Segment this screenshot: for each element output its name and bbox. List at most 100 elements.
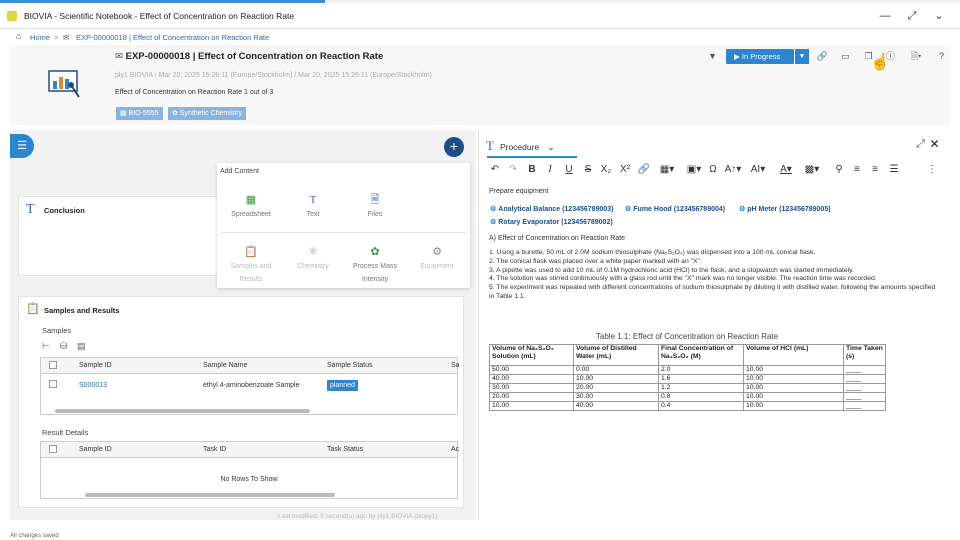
table-cell[interactable]: 0.4 bbox=[658, 401, 744, 411]
equipment-link[interactable]: ⚙ Fume Hood (123456789004) bbox=[625, 205, 725, 213]
chevron-down-icon[interactable]: ⌄ bbox=[932, 9, 946, 23]
highlight-icon[interactable]: ▩▾ bbox=[801, 164, 823, 175]
col-task-id[interactable]: Task ID bbox=[203, 442, 226, 458]
table-cell[interactable]: ____ bbox=[843, 392, 886, 402]
strikethrough-icon[interactable]: S bbox=[580, 164, 596, 175]
breadcrumb: ⌂ Home > ✉ EXP-00000018 | Effect of Conc… bbox=[0, 31, 960, 44]
conclusion-title: Conclusion bbox=[44, 206, 85, 215]
col-sample-id[interactable]: Sample ID bbox=[79, 442, 112, 458]
document-menu-icon[interactable]: 🗎▾ bbox=[906, 50, 926, 63]
table-cell[interactable]: 20.00 bbox=[489, 392, 574, 402]
table-cell[interactable]: 1.6 bbox=[658, 374, 744, 384]
sample-id-link[interactable]: S000013 bbox=[79, 378, 107, 394]
table-cell[interactable]: 50.00 bbox=[489, 365, 574, 375]
add-samples-results[interactable]: 📋 Samples and Results bbox=[221, 246, 281, 286]
chevron-down-icon[interactable]: ⌄ bbox=[548, 142, 555, 152]
table-cell[interactable]: ____ bbox=[843, 401, 886, 411]
col-sample-status[interactable]: Sample Status bbox=[327, 358, 373, 374]
table-row[interactable]: S000013 ethyl 4-aminobenzoate Sample pla… bbox=[41, 378, 457, 396]
table-cell[interactable]: ____ bbox=[843, 374, 886, 384]
italic-icon[interactable]: I bbox=[542, 164, 558, 175]
add-spreadsheet[interactable]: ▦ Spreadsheet bbox=[221, 194, 281, 221]
col-task-status[interactable]: Task Status bbox=[327, 442, 363, 458]
status-dropdown-button[interactable]: ▼ bbox=[795, 49, 809, 64]
table-cell[interactable]: 10.00 bbox=[489, 401, 574, 411]
row-checkbox[interactable] bbox=[49, 380, 57, 388]
fullscreen-icon[interactable]: ⤢ bbox=[905, 9, 919, 23]
col-truncated[interactable]: Sa bbox=[451, 358, 459, 374]
table-row: 50.00 0.00 2.0 10.00 ____ bbox=[489, 365, 886, 375]
add-chemistry[interactable]: ⚛ Chemistry bbox=[283, 246, 343, 273]
link-icon[interactable]: 🔗 bbox=[636, 164, 652, 175]
table-cell[interactable]: 1.2 bbox=[658, 383, 744, 393]
col-sample-id[interactable]: Sample ID bbox=[79, 358, 112, 374]
table-cell[interactable]: 2.0 bbox=[658, 365, 744, 375]
shapes-icon[interactable]: ▭ bbox=[839, 50, 852, 63]
more-options-icon[interactable]: ⋮ bbox=[924, 164, 940, 175]
table-cell[interactable]: 10.00 bbox=[743, 383, 844, 393]
font-color-icon[interactable]: A▾ bbox=[776, 164, 796, 175]
col-truncated[interactable]: Ac bbox=[451, 442, 459, 458]
status-button[interactable]: ▶ In Progress bbox=[726, 49, 794, 64]
table-cell[interactable]: 30.00 bbox=[489, 383, 574, 393]
filter-caret-icon[interactable]: ▼ bbox=[706, 50, 719, 63]
horizontal-scrollbar[interactable] bbox=[41, 492, 457, 498]
table-cell[interactable]: ____ bbox=[843, 365, 886, 375]
add-files[interactable]: 🗎 Files bbox=[345, 194, 405, 221]
select-all-checkbox[interactable] bbox=[49, 361, 57, 369]
numbered-list-icon[interactable]: ≡ bbox=[867, 164, 883, 175]
omega-icon[interactable]: Ω bbox=[705, 164, 721, 175]
hierarchy-icon[interactable]: ⊢ bbox=[42, 341, 50, 352]
info-icon[interactable]: ⓘ bbox=[884, 50, 897, 63]
table-icon[interactable]: ▦▾ bbox=[655, 164, 679, 175]
table-cell[interactable]: 40.00 bbox=[489, 374, 574, 384]
checklist-icon[interactable]: ☰ bbox=[886, 164, 902, 175]
find-icon[interactable]: ⚲ bbox=[831, 164, 847, 175]
equipment-link[interactable]: ⚙ Analytical Balance (123456789003) bbox=[490, 205, 613, 213]
select-all-checkbox[interactable] bbox=[49, 445, 57, 453]
text-size-icon[interactable]: AI▾ bbox=[746, 164, 770, 175]
table-cell[interactable]: 20.00 bbox=[573, 383, 659, 393]
add-pmi[interactable]: ✿ Process Mass Intensity bbox=[345, 246, 405, 286]
link-icon[interactable]: 🔗 bbox=[816, 50, 829, 63]
breadcrumb-experiment[interactable]: EXP-00000018 | Effect of Concentration o… bbox=[76, 33, 269, 42]
equipment-link[interactable]: ⚙ pH Meter (123456789005) bbox=[739, 205, 831, 213]
table-cell[interactable]: 10.00 bbox=[743, 365, 844, 375]
redo-icon[interactable]: ↷ bbox=[505, 164, 521, 175]
expand-icon[interactable]: ⤢ bbox=[914, 138, 927, 151]
subscript-icon[interactable]: X₂ bbox=[598, 164, 614, 175]
database-icon[interactable]: ⛁ bbox=[60, 341, 68, 352]
table-cell[interactable]: 0.8 bbox=[658, 392, 744, 402]
table-cell[interactable]: 0.00 bbox=[573, 365, 659, 375]
image-icon[interactable]: ▣▾ bbox=[682, 164, 706, 175]
font-size-icon[interactable]: A↑▾ bbox=[722, 164, 744, 175]
tag-project[interactable]: ▦ BIO-5555 bbox=[116, 107, 163, 120]
superscript-icon[interactable]: X² bbox=[617, 164, 633, 175]
table-cell[interactable]: 10.00 bbox=[743, 392, 844, 402]
horizontal-scrollbar[interactable] bbox=[41, 408, 457, 414]
add-content-button[interactable]: + bbox=[444, 137, 464, 157]
table-cell[interactable]: 30.00 bbox=[573, 392, 659, 402]
tag-category[interactable]: ✿ Synthetic Chemistry bbox=[168, 107, 247, 120]
add-text[interactable]: T Text bbox=[283, 194, 343, 221]
help-icon[interactable]: ? bbox=[935, 50, 948, 63]
col-sample-name[interactable]: Sample Name bbox=[203, 358, 247, 374]
bullet-list-icon[interactable]: ≡ bbox=[849, 164, 865, 175]
menu-icon[interactable]: ☰ bbox=[10, 134, 34, 158]
close-icon[interactable]: ✕ bbox=[928, 138, 941, 151]
table-cell[interactable]: 40.00 bbox=[573, 401, 659, 411]
minimize-icon[interactable]: — bbox=[878, 9, 892, 23]
home-icon[interactable]: ⌂ bbox=[16, 31, 21, 41]
add-equipment[interactable]: ⚙ Equipment bbox=[407, 246, 467, 273]
breadcrumb-home[interactable]: Home bbox=[30, 33, 50, 42]
equipment-link[interactable]: ⚙ Rotary Evaporator (123456789002) bbox=[490, 218, 613, 226]
table-cell[interactable]: ____ bbox=[843, 383, 886, 393]
table-cell[interactable]: 10.00 bbox=[573, 374, 659, 384]
tab-procedure[interactable]: T Procedure ⌄ bbox=[486, 138, 555, 154]
table-cell[interactable]: 10.00 bbox=[743, 401, 844, 411]
undo-icon[interactable]: ↶ bbox=[487, 164, 503, 175]
clipboard-icon[interactable]: ▤ bbox=[77, 341, 86, 352]
underline-icon[interactable]: U bbox=[561, 164, 577, 175]
table-cell[interactable]: 10.00 bbox=[743, 374, 844, 384]
bold-icon[interactable]: B bbox=[524, 164, 540, 175]
